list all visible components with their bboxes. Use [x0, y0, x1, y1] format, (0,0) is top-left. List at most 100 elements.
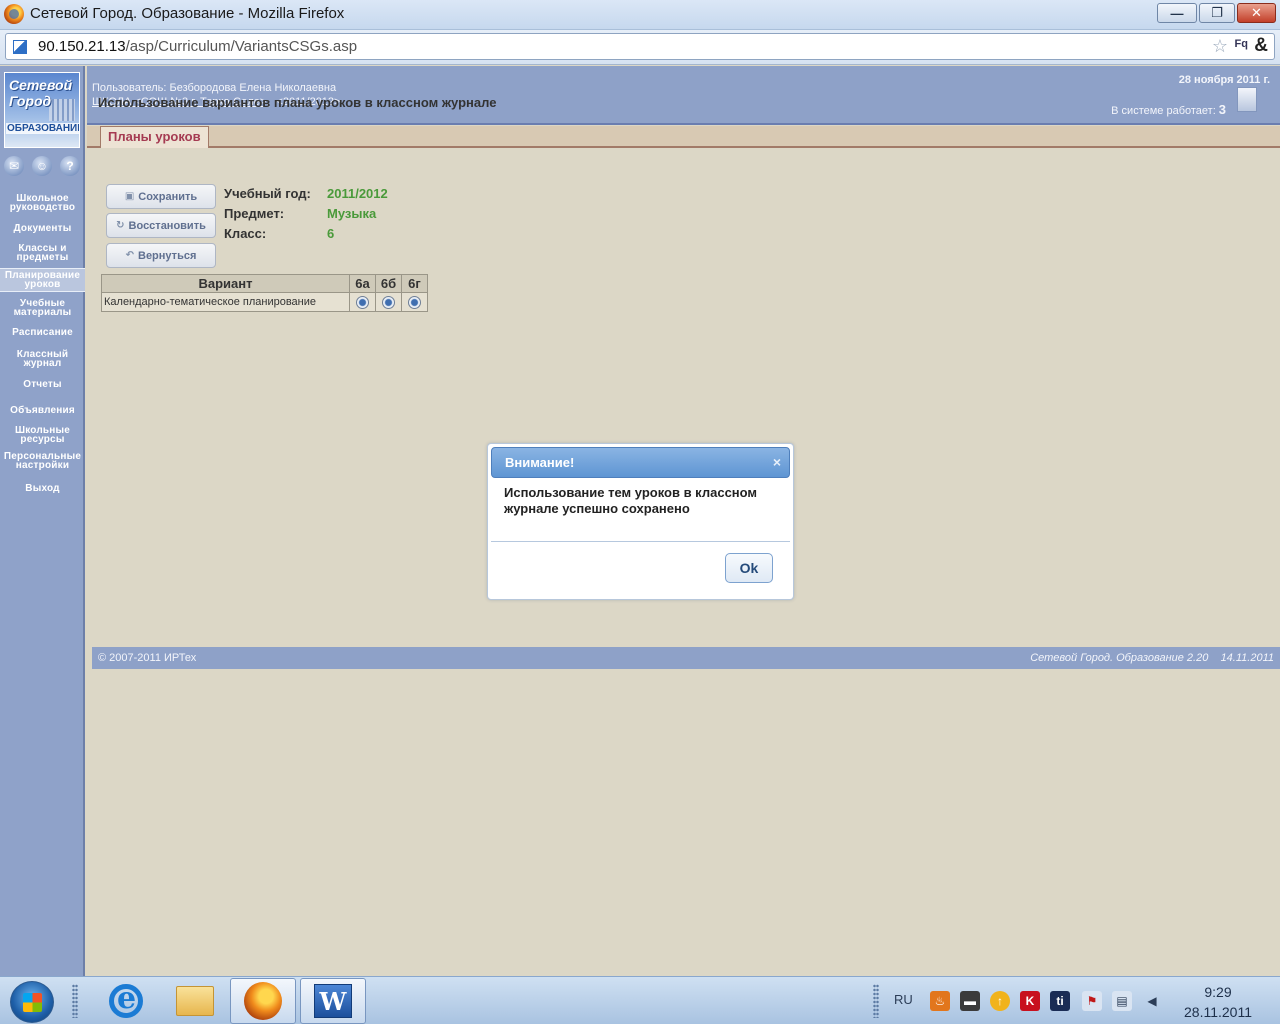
taskbar-explorer[interactable]: [162, 978, 228, 1024]
tab-bar: Планы уроков: [87, 126, 1280, 148]
table-row: Календарно-тематическое планирование: [101, 292, 428, 312]
language-indicator[interactable]: RU: [894, 992, 913, 1007]
col-6a: 6а: [349, 274, 376, 293]
url-field[interactable]: 90.150.21.13/asp/Curriculum/VariantsCSGs…: [5, 33, 1275, 60]
clock-date: 28.11.2011: [1184, 1004, 1252, 1020]
header-divider: [87, 123, 1280, 125]
taskbar-ie[interactable]: [93, 978, 159, 1024]
col-6g: 6г: [401, 274, 428, 293]
radio-6a[interactable]: [356, 295, 369, 309]
volume-icon[interactable]: ◀: [1142, 991, 1162, 1011]
minimize-button[interactable]: —: [1157, 3, 1197, 23]
folder-icon: [176, 986, 214, 1016]
address-bar: 90.150.21.13/asp/Curriculum/VariantsCSGs…: [0, 30, 1280, 65]
addon-icon[interactable]: Fq: [1235, 38, 1248, 50]
sidebar-item-materials[interactable]: Учебные материалы: [0, 294, 85, 322]
bookmark-star-icon[interactable]: ☆: [1212, 36, 1228, 57]
table-header-row: Вариант 6а 6б 6г: [101, 274, 428, 293]
mail-icon[interactable]: ✉: [4, 156, 24, 176]
ampersand-icon[interactable]: &: [1254, 35, 1268, 57]
logo-text-1: Сетевой: [9, 77, 73, 93]
taskbar-firefox[interactable]: [230, 978, 296, 1024]
back-icon: ↶: [125, 250, 134, 261]
flag-warning-icon[interactable]: ⚑: [1082, 991, 1102, 1011]
clock[interactable]: 9:29 28.11.2011: [1180, 982, 1256, 1022]
subject-value: Музыка: [327, 206, 377, 221]
dialog-title: Внимание!: [505, 455, 575, 470]
save-label: Сохранить: [138, 190, 198, 203]
sidebar-item-documents[interactable]: Документы: [0, 220, 85, 236]
sidebar-item-reports[interactable]: Отчеты: [0, 376, 85, 392]
page-title: Использование вариантов плана уроков в к…: [98, 95, 497, 110]
restore-icon: ↻: [116, 220, 125, 231]
version-info: Сетевой Город. Образование 2.20 14.11.20…: [1030, 652, 1274, 664]
sidebar-item-schedule[interactable]: Расписание: [0, 324, 85, 340]
copyright: © 2007-2011 ИРТех: [98, 652, 197, 664]
variants-table: Вариант 6а 6б 6г Календарно-тематическое…: [101, 274, 428, 312]
dialog-header: Внимание! ×: [491, 447, 790, 478]
sidebar-item-school-resources[interactable]: Школьные ресурсы: [0, 422, 85, 448]
tray-ti-icon[interactable]: ti: [1050, 991, 1070, 1011]
info-class: Класс: 6: [224, 226, 335, 241]
col-6b: 6б: [375, 274, 402, 293]
kaspersky-icon[interactable]: K: [1020, 991, 1040, 1011]
radio-6g[interactable]: [408, 295, 421, 309]
users-icon[interactable]: ☺: [32, 156, 52, 176]
sidebar-item-class-journal[interactable]: Классный журнал: [0, 344, 85, 374]
dialog-message: Использование тем уроков в классном журн…: [504, 485, 758, 516]
sidebar-item-lesson-planning[interactable]: Планирование уроков: [0, 268, 85, 292]
logo[interactable]: Сетевой Город ОБРАЗОВАНИЕ: [4, 72, 80, 148]
logo-text-2: Город: [9, 93, 52, 109]
save-button[interactable]: ▣ Сохранить: [106, 184, 216, 209]
update-icon[interactable]: ↑: [990, 991, 1010, 1011]
sidebar-item-personal-settings[interactable]: Персональные настройки: [0, 448, 85, 474]
restore-label: Восстановить: [128, 219, 206, 232]
firefox-icon: [244, 982, 282, 1020]
window-titlebar: Сетевой Город. Образование - Mozilla Fir…: [0, 0, 1280, 30]
sidebar-icons: ✉ ☺ ?: [4, 156, 82, 178]
maximize-button[interactable]: ❐: [1199, 3, 1235, 23]
taskbar: W RU ♨ ▬ ↑ K ti ⚑ ▤ ◀ 9:29 28.11.2011: [0, 976, 1280, 1024]
cell-6g: [401, 292, 428, 312]
display-icon[interactable]: ▬: [960, 991, 980, 1011]
start-button[interactable]: [10, 981, 54, 1023]
current-date: 28 ноября 2011 г.: [1178, 74, 1270, 86]
tab-lesson-plans[interactable]: Планы уроков: [100, 126, 209, 148]
sidebar-item-classes[interactable]: Классы и предметы: [0, 238, 85, 268]
logo-building-icon: [49, 99, 75, 121]
back-button[interactable]: ↶ Вернуться: [106, 243, 216, 268]
word-icon: W: [314, 984, 352, 1018]
sidebar-item-logout[interactable]: Выход: [0, 480, 85, 496]
help-icon[interactable]: ?: [60, 156, 80, 176]
class-value: 6: [327, 226, 335, 241]
firefox-icon: [4, 4, 24, 24]
clock-time: 9:29: [1204, 984, 1232, 1000]
tray-grip: [873, 984, 879, 1018]
network-icon[interactable]: ▤: [1112, 991, 1132, 1011]
back-label: Вернуться: [138, 249, 197, 262]
taskbar-word[interactable]: W: [300, 978, 366, 1024]
info-subject: Предмет: Музыка: [224, 206, 377, 221]
close-button[interactable]: ✕: [1237, 3, 1276, 23]
radio-6b[interactable]: [382, 295, 395, 309]
window-title: Сетевой Город. Образование - Mozilla Fir…: [30, 5, 345, 22]
dialog-close-icon[interactable]: ×: [773, 454, 781, 470]
taskbar-grip: [72, 984, 78, 1018]
url-text[interactable]: 90.150.21.13/asp/Curriculum/VariantsCSGs…: [38, 38, 357, 55]
site-identity-icon[interactable]: [13, 40, 27, 54]
alert-dialog: Внимание! × Использование тем уроков в к…: [487, 443, 794, 600]
sidebar-item-announcements[interactable]: Объявления: [0, 402, 85, 418]
sidebar: Сетевой Город ОБРАЗОВАНИЕ ✉ ☺ ? Школьное…: [0, 66, 85, 976]
online-users: В системе работает: 3: [1111, 102, 1226, 117]
java-icon[interactable]: ♨: [930, 991, 950, 1011]
year-value: 2011/2012: [327, 186, 388, 201]
info-year: Учебный год: 2011/2012: [224, 186, 388, 201]
online-users-icon[interactable]: [1237, 87, 1257, 112]
page-footer: © 2007-2011 ИРТех Сетевой Город. Образов…: [92, 647, 1280, 669]
cell-6a: [349, 292, 376, 312]
save-icon: ▣: [124, 191, 135, 202]
dialog-ok-button[interactable]: Ok: [725, 553, 773, 583]
sidebar-item-school-management[interactable]: Школьное руководство: [0, 188, 85, 218]
cell-6b: [375, 292, 402, 312]
restore-button[interactable]: ↻ Восстановить: [106, 213, 216, 238]
